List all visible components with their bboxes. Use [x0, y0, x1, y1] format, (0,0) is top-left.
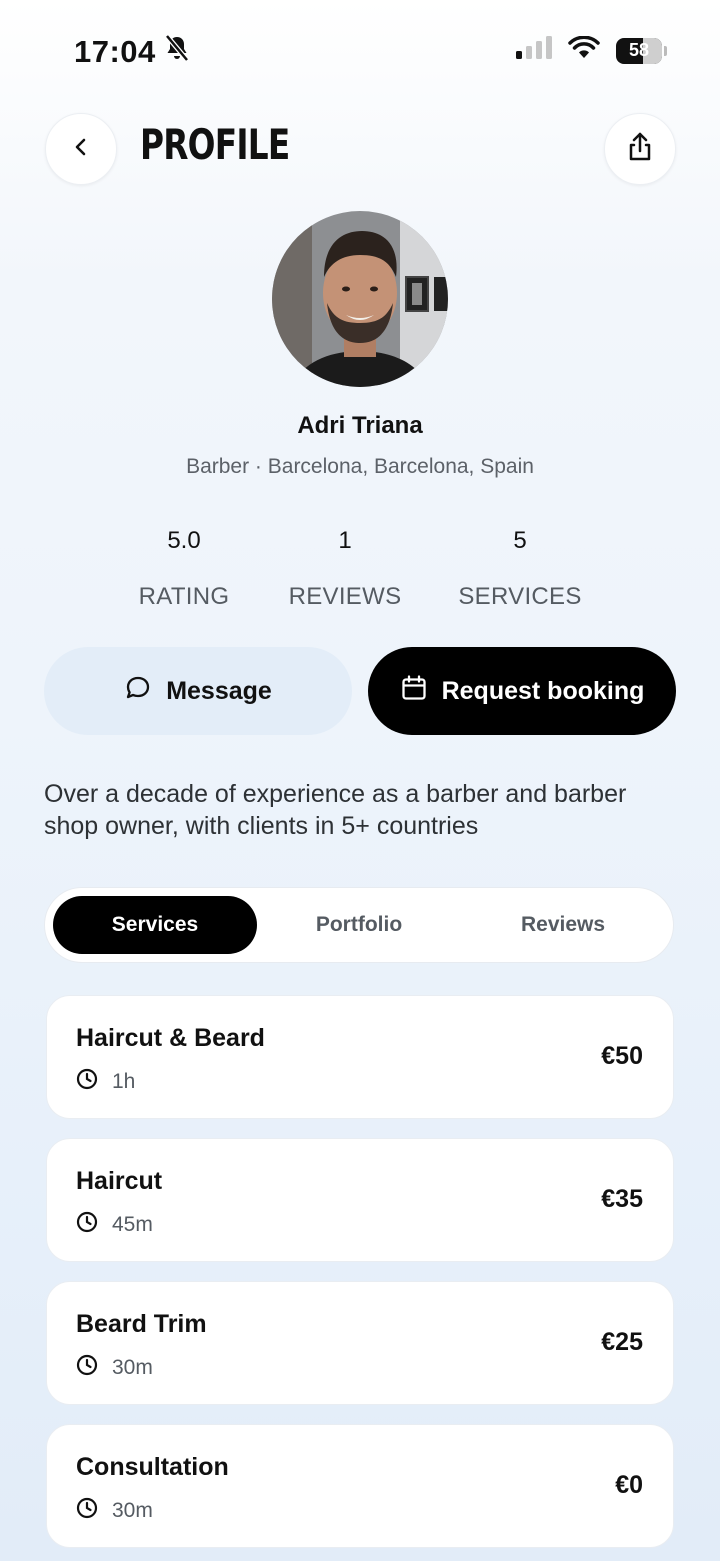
service-price: €25 [601, 1328, 643, 1356]
service-duration-text: 1h [112, 1070, 136, 1093]
stat-reviews-label: REVIEWS [288, 583, 402, 610]
service-duration-text: 45m [112, 1213, 153, 1236]
share-button[interactable] [604, 113, 676, 185]
clock-icon [76, 1068, 98, 1096]
profile-tabs: Services Portfolio Reviews [44, 887, 674, 963]
profile-bio: Over a decade of experience as a barber … [44, 780, 627, 840]
stat-reviews: 1 REVIEWS [245, 527, 445, 611]
profile-name: Adri Triana [297, 412, 423, 439]
service-price: €0 [615, 1471, 643, 1499]
service-duration: 45m [76, 1211, 153, 1239]
service-card[interactable]: Consultation 30m €0 [46, 1424, 674, 1548]
clock-icon [76, 1211, 98, 1239]
clock-icon [76, 1497, 98, 1525]
request-booking-label: Request booking [441, 676, 645, 705]
tab-services[interactable]: Services [53, 896, 257, 954]
status-time-text: 17:04 [74, 34, 156, 69]
calendar-icon [400, 674, 428, 709]
service-title: Consultation [76, 1453, 229, 1481]
stat-services-label: SERVICES [458, 583, 582, 610]
service-title: Haircut & Beard [76, 1024, 265, 1052]
service-duration: 30m [76, 1497, 153, 1525]
profile-subtitle: Barber · Barcelona, Barcelona, Spain [186, 455, 534, 478]
service-title: Haircut [76, 1167, 163, 1195]
message-button[interactable]: Message [44, 647, 352, 735]
service-card[interactable]: Haircut 45m €35 [46, 1138, 674, 1262]
service-card[interactable]: Beard Trim 30m €25 [46, 1281, 674, 1405]
service-duration-text: 30m [112, 1356, 153, 1379]
service-price: €35 [601, 1185, 643, 1213]
message-label: Message [166, 676, 272, 705]
stat-services: 5 SERVICES [420, 527, 620, 611]
service-price: €50 [601, 1042, 643, 1070]
status-indicators: 58 [516, 35, 667, 65]
back-button[interactable] [45, 113, 117, 185]
wifi-icon [568, 35, 600, 65]
service-duration: 30m [76, 1354, 153, 1382]
service-title: Beard Trim [76, 1310, 207, 1338]
chevron-left-icon [70, 136, 92, 163]
cellular-signal-icon [516, 36, 552, 65]
battery-level: 58 [628, 40, 650, 60]
share-icon [625, 131, 655, 168]
service-card[interactable]: Haircut & Beard 1h €50 [46, 995, 674, 1119]
bell-muted-icon [164, 34, 190, 70]
request-booking-button[interactable]: Request booking [368, 647, 676, 735]
tab-portfolio[interactable]: Portfolio [257, 896, 461, 954]
service-duration: 1h [76, 1068, 135, 1096]
stat-services-value: 5 [513, 527, 527, 554]
tab-reviews[interactable]: Reviews [461, 896, 665, 954]
page-title: PROFILE [140, 120, 290, 169]
status-time: 17:04 [74, 34, 190, 70]
clock-icon [76, 1354, 98, 1382]
stat-reviews-value: 1 [338, 527, 352, 554]
avatar [272, 211, 448, 387]
service-duration-text: 30m [112, 1499, 153, 1522]
chat-bubble-icon [124, 674, 152, 709]
battery-icon: 58 [616, 37, 667, 64]
